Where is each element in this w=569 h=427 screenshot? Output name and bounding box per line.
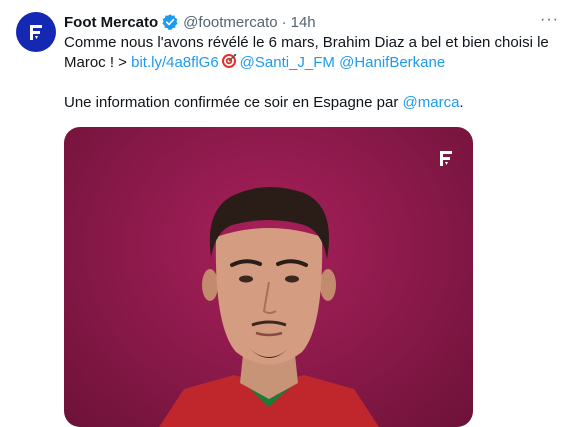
verified-badge-icon <box>161 13 179 31</box>
tweet-text-blank-line <box>64 73 559 93</box>
short-link[interactable]: bit.ly/4a8flG6 <box>131 54 219 71</box>
author-handle[interactable]: @footmercato <box>183 14 277 31</box>
player-portrait <box>159 187 379 427</box>
mention-hanif[interactable]: @HanifBerkane <box>339 54 445 71</box>
direct-hit-target-icon <box>221 53 237 69</box>
more-icon[interactable]: ··· <box>540 11 559 29</box>
tweet-text-segment: Une information confirmée ce soir en Esp… <box>64 94 403 111</box>
foot-mercato-logo-icon <box>435 147 457 169</box>
avatar[interactable] <box>16 12 56 52</box>
mention-marca[interactable]: @marca <box>403 94 460 111</box>
tweet-text-line-1: Comme nous l'avons révélé le 6 mars, Bra… <box>64 33 559 53</box>
mention-santi[interactable]: @Santi_J_FM <box>240 54 335 71</box>
separator-dot: · <box>281 13 287 31</box>
tweet-media-image[interactable] <box>64 127 473 427</box>
tweet-text: Comme nous l'avons révélé le 6 mars, Bra… <box>64 33 559 113</box>
tweet-text-line-2: Maroc ! > bit.ly/4a8flG6 @Santi_J_FM @Han… <box>64 53 559 73</box>
tweet-text-line-3: Une information confirmée ce soir en Esp… <box>64 93 559 113</box>
author-name[interactable]: Foot Mercato <box>64 14 158 31</box>
tweet-header: Foot Mercato @footmercato · 14h ··· <box>64 11 559 33</box>
tweet-text-segment: Maroc ! > <box>64 54 132 71</box>
tweet-text-segment: Comme nous l'avons révélé le 6 mars, Bra… <box>64 34 549 51</box>
foot-mercato-logo-icon <box>30 25 42 40</box>
tweet-text-segment: . <box>459 94 464 111</box>
timestamp[interactable]: 14h <box>291 14 316 31</box>
